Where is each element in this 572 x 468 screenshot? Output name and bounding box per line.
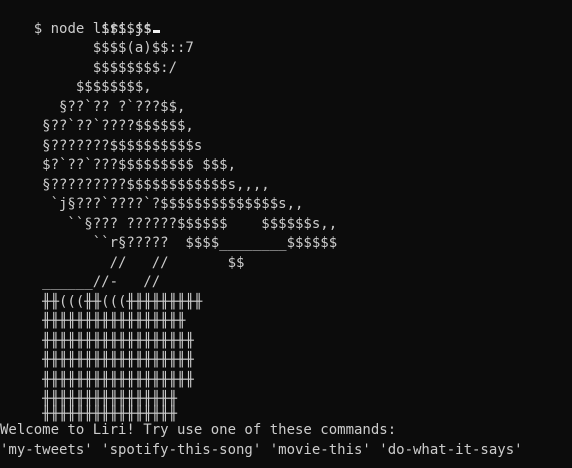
ascii-art-line: §??`?? ?`???$$, [0,98,186,115]
ascii-art-line: $?`??`???$$$$$$$$$ $$$, [0,157,237,173]
text-cursor [152,29,160,33]
terminal-window[interactable]: $ node liri.js $$$$$$ $$$$(a)$$::7 $$$$$… [0,0,572,468]
ascii-art-line: ╫╫╫╫╫╫╫╫╫╫╫╫╫╫╫╫╫╫ [0,332,194,349]
ascii-art-line: ╫╫╫╫╫╫╫╫╫╫╫╫╫╫╫╫╫╫ [0,371,194,388]
ascii-art-line: §?????????$$$$$$$$$$$$s,,,, [0,176,270,193]
commands-list: 'my-tweets' 'spotify-this-song' 'movie-t… [0,441,523,458]
ascii-art-line: $$$$(a)$$::7 [0,40,194,56]
ascii-art-line: $$$$$$ [0,20,152,37]
ascii-art-line: $$$$$$$$, [0,79,152,95]
prompt-line: $ node liri.js [0,0,160,37]
ascii-art-line: ``§??? ??????$$$$$$ $$$$$$s,, [0,215,338,232]
ascii-art-line: ╫╫╫╫╫╫╫╫╫╫╫╫╫╫╫╫╫╫ [0,352,194,368]
welcome-message: Welcome to Liri! Try use one of these co… [0,422,397,438]
ascii-art-line: ╫╫(((╫╫(((╫╫╫╫╫╫╫╫╫ [0,293,203,310]
ascii-art-line: `j§???`????`?$$$$$$$$$$$$$$s,, [0,196,304,212]
ascii-art-line: $$$$$$$$:/ [0,59,178,76]
ascii-art-line: ╫╫╫╫╫╫╫╫╫╫╫╫╫╫╫╫╫ [0,313,186,329]
ascii-art-line: ______//- // [0,274,161,290]
ascii-art-line: §???????$$$$$$$$$$s [0,137,203,154]
ascii-art-line: ``r§????? $$$$________$$$$$$ [0,235,338,251]
ascii-art-line: // // $$ [0,254,245,271]
ascii-art-line: §??`??`????$$$$$$, [0,118,194,134]
